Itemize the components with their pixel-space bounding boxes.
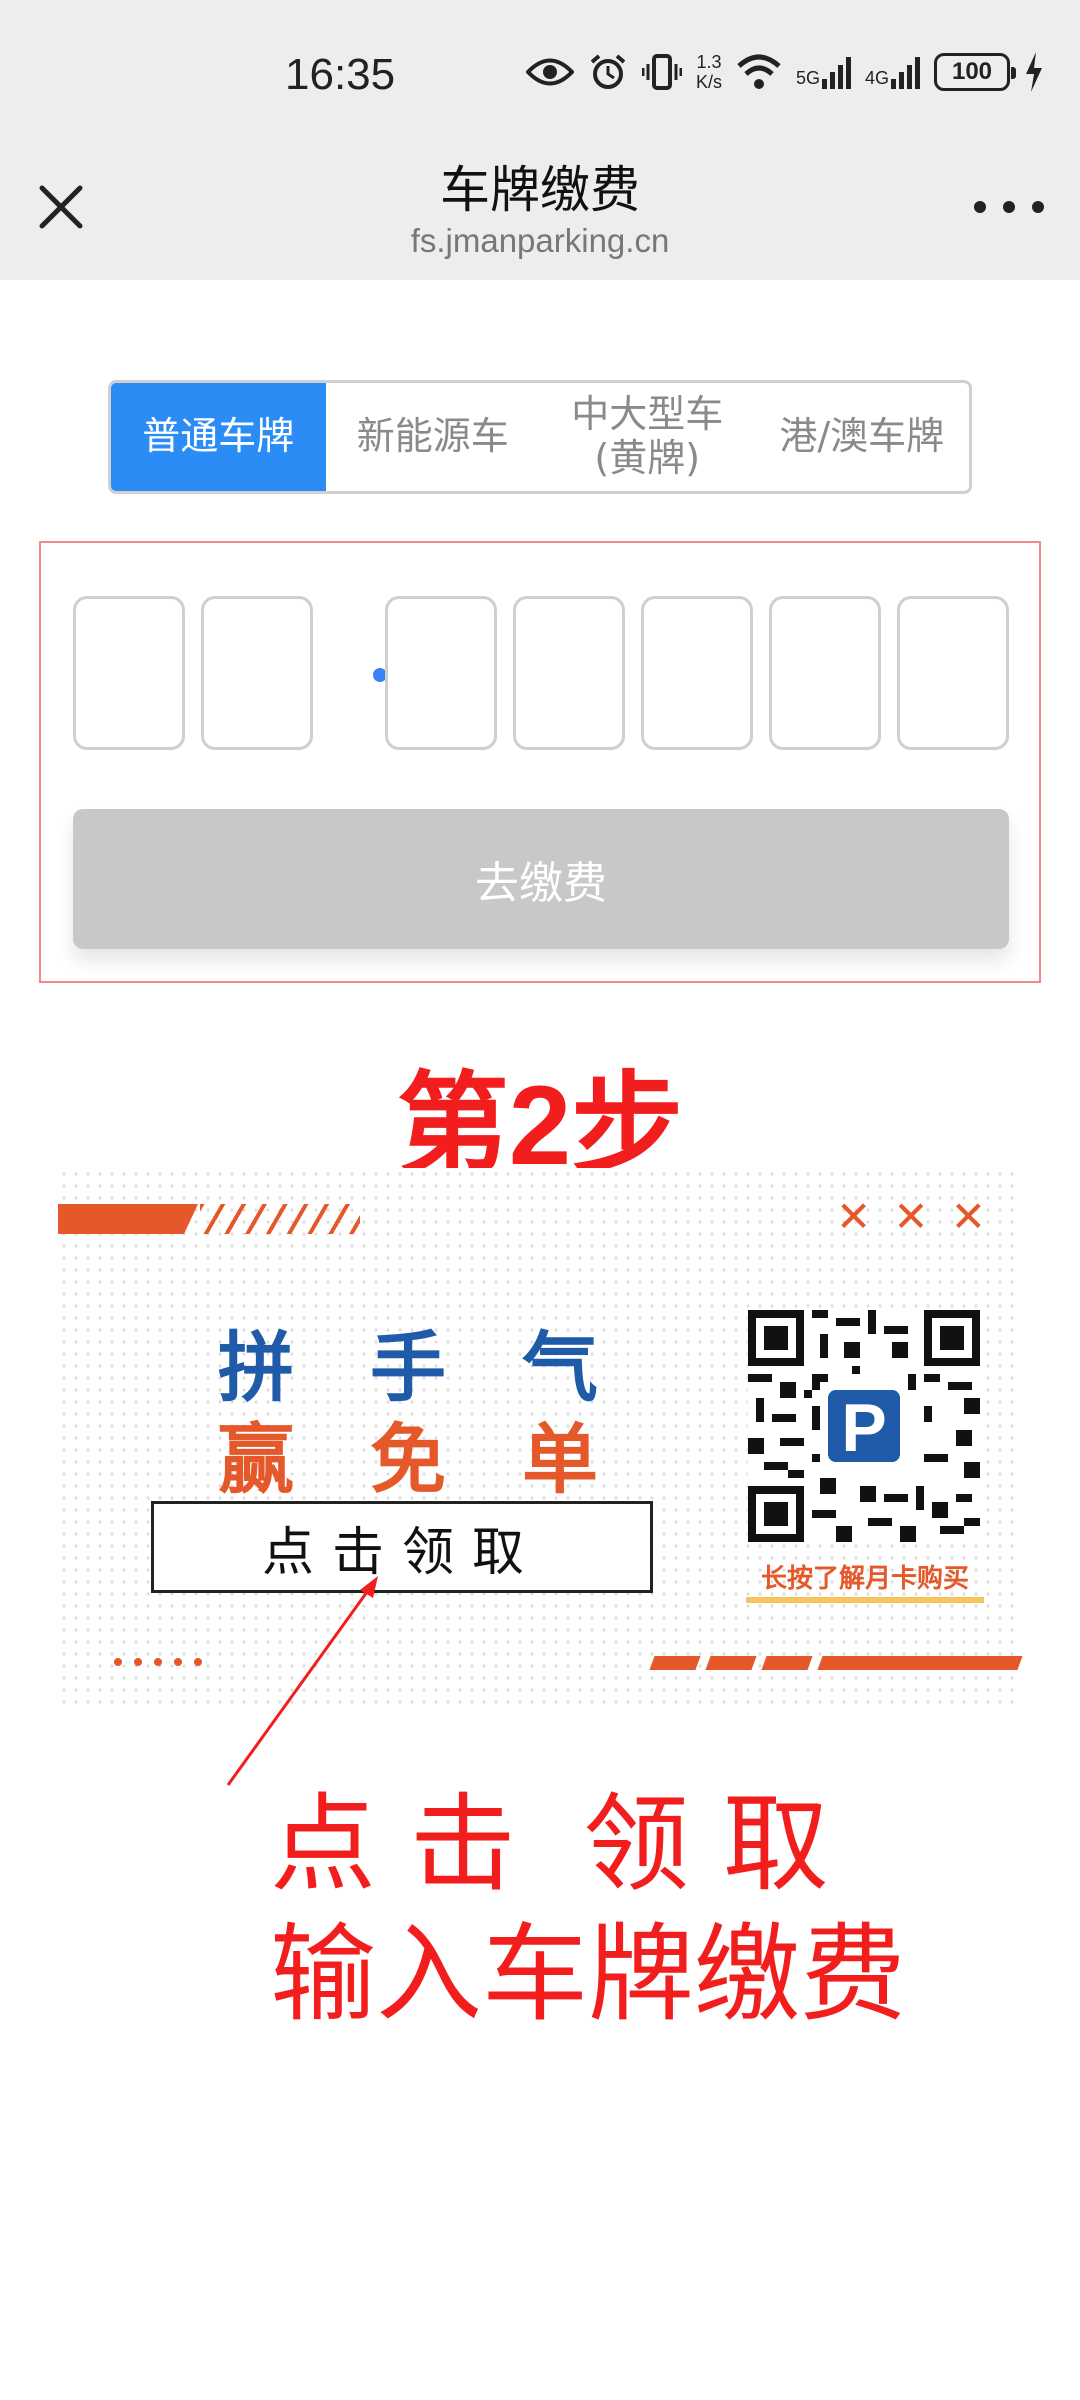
plate-cell-1[interactable] xyxy=(73,596,185,750)
plate-cells xyxy=(73,596,1009,750)
banner-char: 赢 xyxy=(218,1415,294,1504)
banner-hatch xyxy=(200,1204,360,1234)
status-icons: 1.3 K/s 5G 4G 100 xyxy=(525,52,1044,92)
tab-regular-plate[interactable]: 普通车牌 xyxy=(111,383,326,491)
go-pay-button[interactable]: 去缴费 xyxy=(73,809,1009,949)
qr-badge: P xyxy=(841,1390,886,1466)
claim-button[interactable]: 点击领取 xyxy=(151,1501,653,1593)
signal-4g-icon: 4G xyxy=(865,55,920,89)
plate-cell-6[interactable] xyxy=(769,596,881,750)
net-speed: 1.3 K/s xyxy=(696,52,722,92)
cross-icon: ✕ xyxy=(893,1191,929,1241)
plate-cell-5[interactable] xyxy=(641,596,753,750)
page-url: fs.jmanparking.cn xyxy=(410,222,670,259)
plate-input-panel: 去缴费 xyxy=(39,541,1041,983)
banner-headline-2: 赢 免 单 xyxy=(218,1398,598,1508)
tab-hk-macau[interactable]: 港/澳车牌 xyxy=(755,383,970,491)
plate-cell-3[interactable] xyxy=(385,596,497,750)
promo-banner[interactable]: ✕ ✕ ✕ 拼 手 气 赢 免 单 点击领取 P 长按了解月卡购买 xyxy=(58,1168,1023,1708)
vibrate-icon xyxy=(641,52,682,92)
tab-new-energy[interactable]: 新能源车 xyxy=(326,383,541,491)
tab-large-vehicle-label: 中大型车 (黄牌) xyxy=(571,392,724,480)
wifi-icon xyxy=(736,54,782,90)
tab-large-vehicle[interactable]: 中大型车 (黄牌) xyxy=(540,383,755,491)
cross-icon: ✕ xyxy=(836,1191,872,1241)
alarm-icon xyxy=(588,52,628,92)
banner-char: 免 xyxy=(370,1415,446,1504)
plate-cell-7[interactable] xyxy=(897,596,1009,750)
qr-code-icon: P xyxy=(748,1310,980,1542)
banner-char: 单 xyxy=(522,1415,598,1504)
qr-caption: 长按了解月卡购买 xyxy=(746,1558,984,1603)
status-time: 16:35 xyxy=(285,50,396,99)
signal-5g-label: 5G xyxy=(795,68,820,88)
battery-icon: 100 xyxy=(934,53,1016,91)
more-options-button[interactable] xyxy=(974,192,1044,222)
plate-type-tabs: 普通车牌 新能源车 中大型车 (黄牌) 港/澳车牌 xyxy=(108,380,972,494)
cross-icon: ✕ xyxy=(950,1191,986,1241)
plate-cell-2[interactable] xyxy=(201,596,313,750)
status-bar: 16:35 1.3 K/s 5G 4G 100 xyxy=(0,0,1080,130)
signal-4g-label: 4G xyxy=(864,68,889,88)
qr-code[interactable]: P xyxy=(748,1310,980,1542)
battery-level: 100 xyxy=(951,58,993,85)
net-speed-unit: K/s xyxy=(695,72,722,92)
more-icon xyxy=(974,201,986,213)
net-speed-value: 1.3 xyxy=(696,52,722,72)
signal-5g-icon: 5G xyxy=(796,55,851,89)
banner-stripe xyxy=(58,1204,198,1234)
charging-icon xyxy=(1024,52,1044,92)
banner-dots xyxy=(114,1658,202,1666)
page-title: 车牌缴费 xyxy=(440,161,640,219)
plate-cell-4[interactable] xyxy=(513,596,625,750)
banner-bars xyxy=(649,1656,1023,1670)
banner-crosses: ✕ ✕ ✕ xyxy=(836,1192,986,1241)
eye-icon xyxy=(525,55,574,89)
instruction-line-2: 输入车牌缴费 xyxy=(270,1913,906,2036)
title-bar: 车牌缴费 fs.jmanparking.cn xyxy=(0,130,1080,280)
